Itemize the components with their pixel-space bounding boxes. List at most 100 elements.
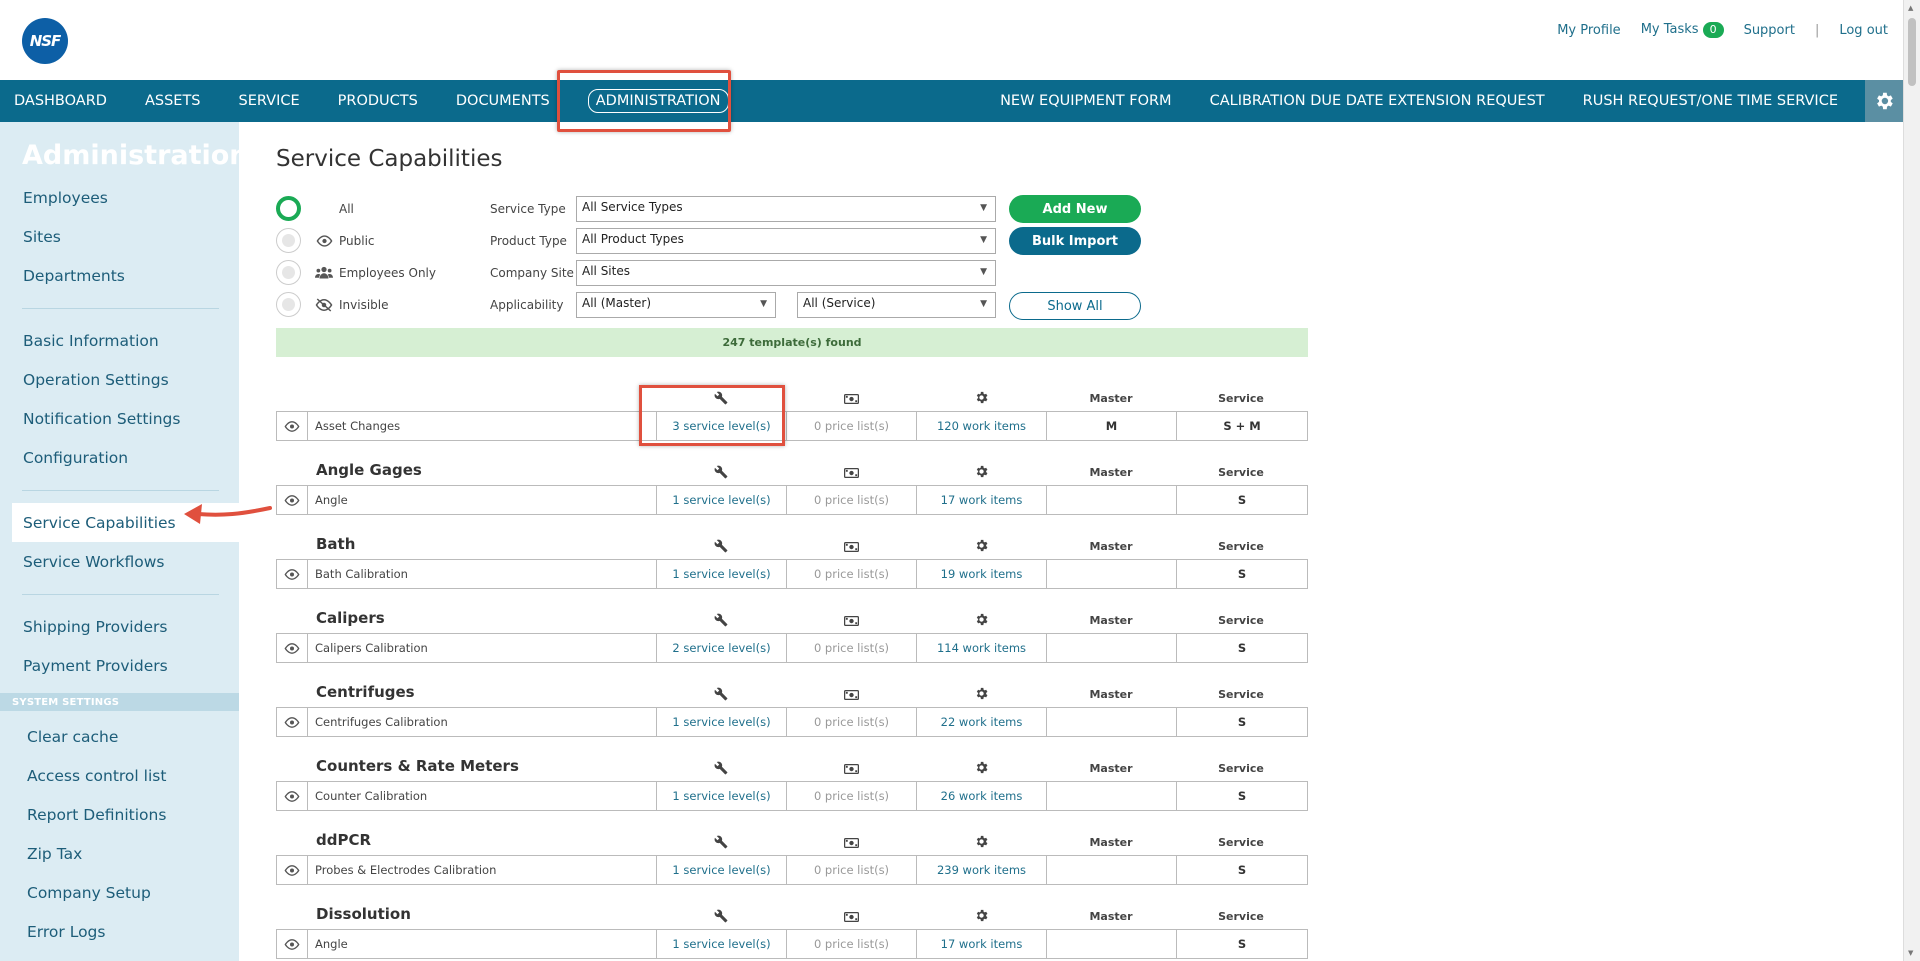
visibility-eye-icon[interactable] xyxy=(277,560,308,588)
show-all-button[interactable]: Show All xyxy=(1009,292,1141,320)
nav-assets[interactable]: ASSETS xyxy=(126,80,220,122)
visibility-eye-icon[interactable] xyxy=(277,634,308,662)
work-items-link[interactable]: 19 work items xyxy=(917,560,1047,588)
service-levels-link[interactable]: 1 service level(s) xyxy=(657,930,787,958)
support-link[interactable]: Support xyxy=(1744,23,1795,38)
price-lists-link[interactable]: 0 price list(s) xyxy=(787,782,917,810)
sidebar-item-notification-settings[interactable]: Notification Settings xyxy=(0,399,239,438)
master-column-header: Master xyxy=(1089,688,1133,701)
main-nav: DASHBOARD ASSETS SERVICE PRODUCTS DOCUME… xyxy=(0,80,1903,122)
dropdown-caret-icon: ▼ xyxy=(980,203,987,213)
work-items-link[interactable]: 17 work items xyxy=(917,486,1047,514)
sidebar-item-basic-information[interactable]: Basic Information xyxy=(0,321,239,360)
work-items-link[interactable]: 22 work items xyxy=(917,708,1047,736)
top-links: My Profile My Tasks 0 Support | Log out xyxy=(1537,22,1888,38)
service-levels-link[interactable]: 1 service level(s) xyxy=(657,486,787,514)
service-column-header: Service xyxy=(1218,614,1264,627)
my-tasks-label: My Tasks xyxy=(1640,22,1699,37)
sidebar-item-configuration[interactable]: Configuration xyxy=(0,438,239,477)
nav-calibration-extension-request[interactable]: CALIBRATION DUE DATE EXTENSION REQUEST xyxy=(1191,80,1564,122)
price-lists-link[interactable]: 0 price list(s) xyxy=(787,412,917,440)
applicability-service-select[interactable]: All (Service) ▼ xyxy=(797,292,996,318)
master-applicability: M xyxy=(1047,412,1177,440)
service-levels-link[interactable]: 1 service level(s) xyxy=(657,782,787,810)
radio-employees-only[interactable] xyxy=(276,260,301,285)
visibility-eye-icon[interactable] xyxy=(277,930,308,958)
sidebar-item-sites[interactable]: Sites xyxy=(0,217,239,256)
applicability-master-select[interactable]: All (Master) ▼ xyxy=(576,292,776,318)
money-icon xyxy=(786,615,916,627)
nav-products[interactable]: PRODUCTS xyxy=(319,80,437,122)
price-lists-link[interactable]: 0 price list(s) xyxy=(787,708,917,736)
visibility-all-option[interactable]: All xyxy=(276,196,354,221)
product-type-select[interactable]: All Product Types ▼ xyxy=(576,228,996,254)
gear-icon xyxy=(916,908,1046,923)
work-items-link[interactable]: 114 work items xyxy=(917,634,1047,662)
radio-invisible[interactable] xyxy=(276,292,301,317)
page-scrollbar[interactable]: ▲ ▼ xyxy=(1903,0,1920,961)
my-profile-link[interactable]: My Profile xyxy=(1557,23,1620,38)
scrollbar-thumb[interactable] xyxy=(1908,18,1916,86)
visibility-invisible-option[interactable]: Invisible xyxy=(276,292,389,317)
work-items-link[interactable]: 239 work items xyxy=(917,856,1047,884)
sidebar-item-clear-cache[interactable]: Clear cache xyxy=(0,717,239,756)
radio-public[interactable] xyxy=(276,228,301,253)
logout-link[interactable]: Log out xyxy=(1839,23,1888,38)
sidebar-item-payment-providers[interactable]: Payment Providers xyxy=(0,646,239,685)
nav-documents[interactable]: DOCUMENTS xyxy=(437,80,569,122)
template-name: Asset Changes xyxy=(308,412,657,440)
work-items-link[interactable]: 26 work items xyxy=(917,782,1047,810)
visibility-eye-icon[interactable] xyxy=(277,856,308,884)
nav-rush-request[interactable]: RUSH REQUEST/ONE TIME SERVICE xyxy=(1564,80,1857,122)
sidebar-item-operation-settings[interactable]: Operation Settings xyxy=(0,360,239,399)
bulk-import-button[interactable]: Bulk Import xyxy=(1009,227,1141,255)
work-items-link[interactable]: 120 work items xyxy=(917,412,1047,440)
sidebar-item-report-definitions[interactable]: Report Definitions xyxy=(0,795,239,834)
service-levels-link[interactable]: 1 service level(s) xyxy=(657,708,787,736)
service-levels-link[interactable]: 1 service level(s) xyxy=(657,560,787,588)
table-row: Calipers Calibration 2 service level(s) … xyxy=(276,633,1308,663)
sidebar-item-company-setup[interactable]: Company Setup xyxy=(0,873,239,912)
nsf-logo[interactable]: NSF xyxy=(22,18,68,64)
service-type-select[interactable]: All Service Types ▼ xyxy=(576,196,996,222)
sidebar-divider xyxy=(22,490,219,491)
price-lists-link[interactable]: 0 price list(s) xyxy=(787,634,917,662)
visibility-eye-icon[interactable] xyxy=(277,412,308,440)
radio-all[interactable] xyxy=(276,196,301,221)
sidebar-item-employees[interactable]: Employees xyxy=(0,178,239,217)
scroll-up-arrow-icon[interactable]: ▲ xyxy=(1908,4,1913,12)
visibility-public-label: Public xyxy=(339,233,375,248)
visibility-eye-icon[interactable] xyxy=(277,708,308,736)
my-tasks-link[interactable]: My Tasks 0 xyxy=(1641,22,1724,38)
service-levels-link[interactable]: 2 service level(s) xyxy=(657,634,787,662)
sidebar-item-zip-tax[interactable]: Zip Tax xyxy=(0,834,239,873)
sidebar-item-error-logs[interactable]: Error Logs xyxy=(0,912,239,951)
service-levels-link[interactable]: 1 service level(s) xyxy=(657,856,787,884)
template-name: Angle xyxy=(308,486,657,514)
price-lists-link[interactable]: 0 price list(s) xyxy=(787,486,917,514)
nav-new-equipment-form[interactable]: NEW EQUIPMENT FORM xyxy=(981,80,1191,122)
visibility-eye-icon[interactable] xyxy=(277,782,308,810)
group-name: Dissolution xyxy=(316,905,411,923)
main-content: Service Capabilities All Public Employee… xyxy=(276,122,1776,961)
price-lists-link[interactable]: 0 price list(s) xyxy=(787,560,917,588)
group-name: Calipers xyxy=(316,609,385,627)
sidebar-item-service-workflows[interactable]: Service Workflows xyxy=(0,542,239,581)
work-items-link[interactable]: 17 work items xyxy=(917,930,1047,958)
company-site-select[interactable]: All Sites ▼ xyxy=(576,260,996,286)
visibility-eye-icon[interactable] xyxy=(277,486,308,514)
sidebar-item-shipping-providers[interactable]: Shipping Providers xyxy=(0,607,239,646)
add-new-button[interactable]: Add New xyxy=(1009,195,1141,223)
sidebar-item-departments[interactable]: Departments xyxy=(0,256,239,295)
price-lists-link[interactable]: 0 price list(s) xyxy=(787,856,917,884)
visibility-employees-option[interactable]: Employees Only xyxy=(276,260,436,285)
price-lists-link[interactable]: 0 price list(s) xyxy=(787,930,917,958)
nav-service[interactable]: SERVICE xyxy=(220,80,319,122)
visibility-public-option[interactable]: Public xyxy=(276,228,375,253)
group-name: Angle Gages xyxy=(316,461,422,479)
settings-gear-button[interactable] xyxy=(1865,80,1903,122)
group-name: Counters & Rate Meters xyxy=(316,757,519,775)
scroll-down-arrow-icon[interactable]: ▼ xyxy=(1908,949,1913,957)
sidebar-item-access-control-list[interactable]: Access control list xyxy=(0,756,239,795)
nav-dashboard[interactable]: DASHBOARD xyxy=(0,80,126,122)
